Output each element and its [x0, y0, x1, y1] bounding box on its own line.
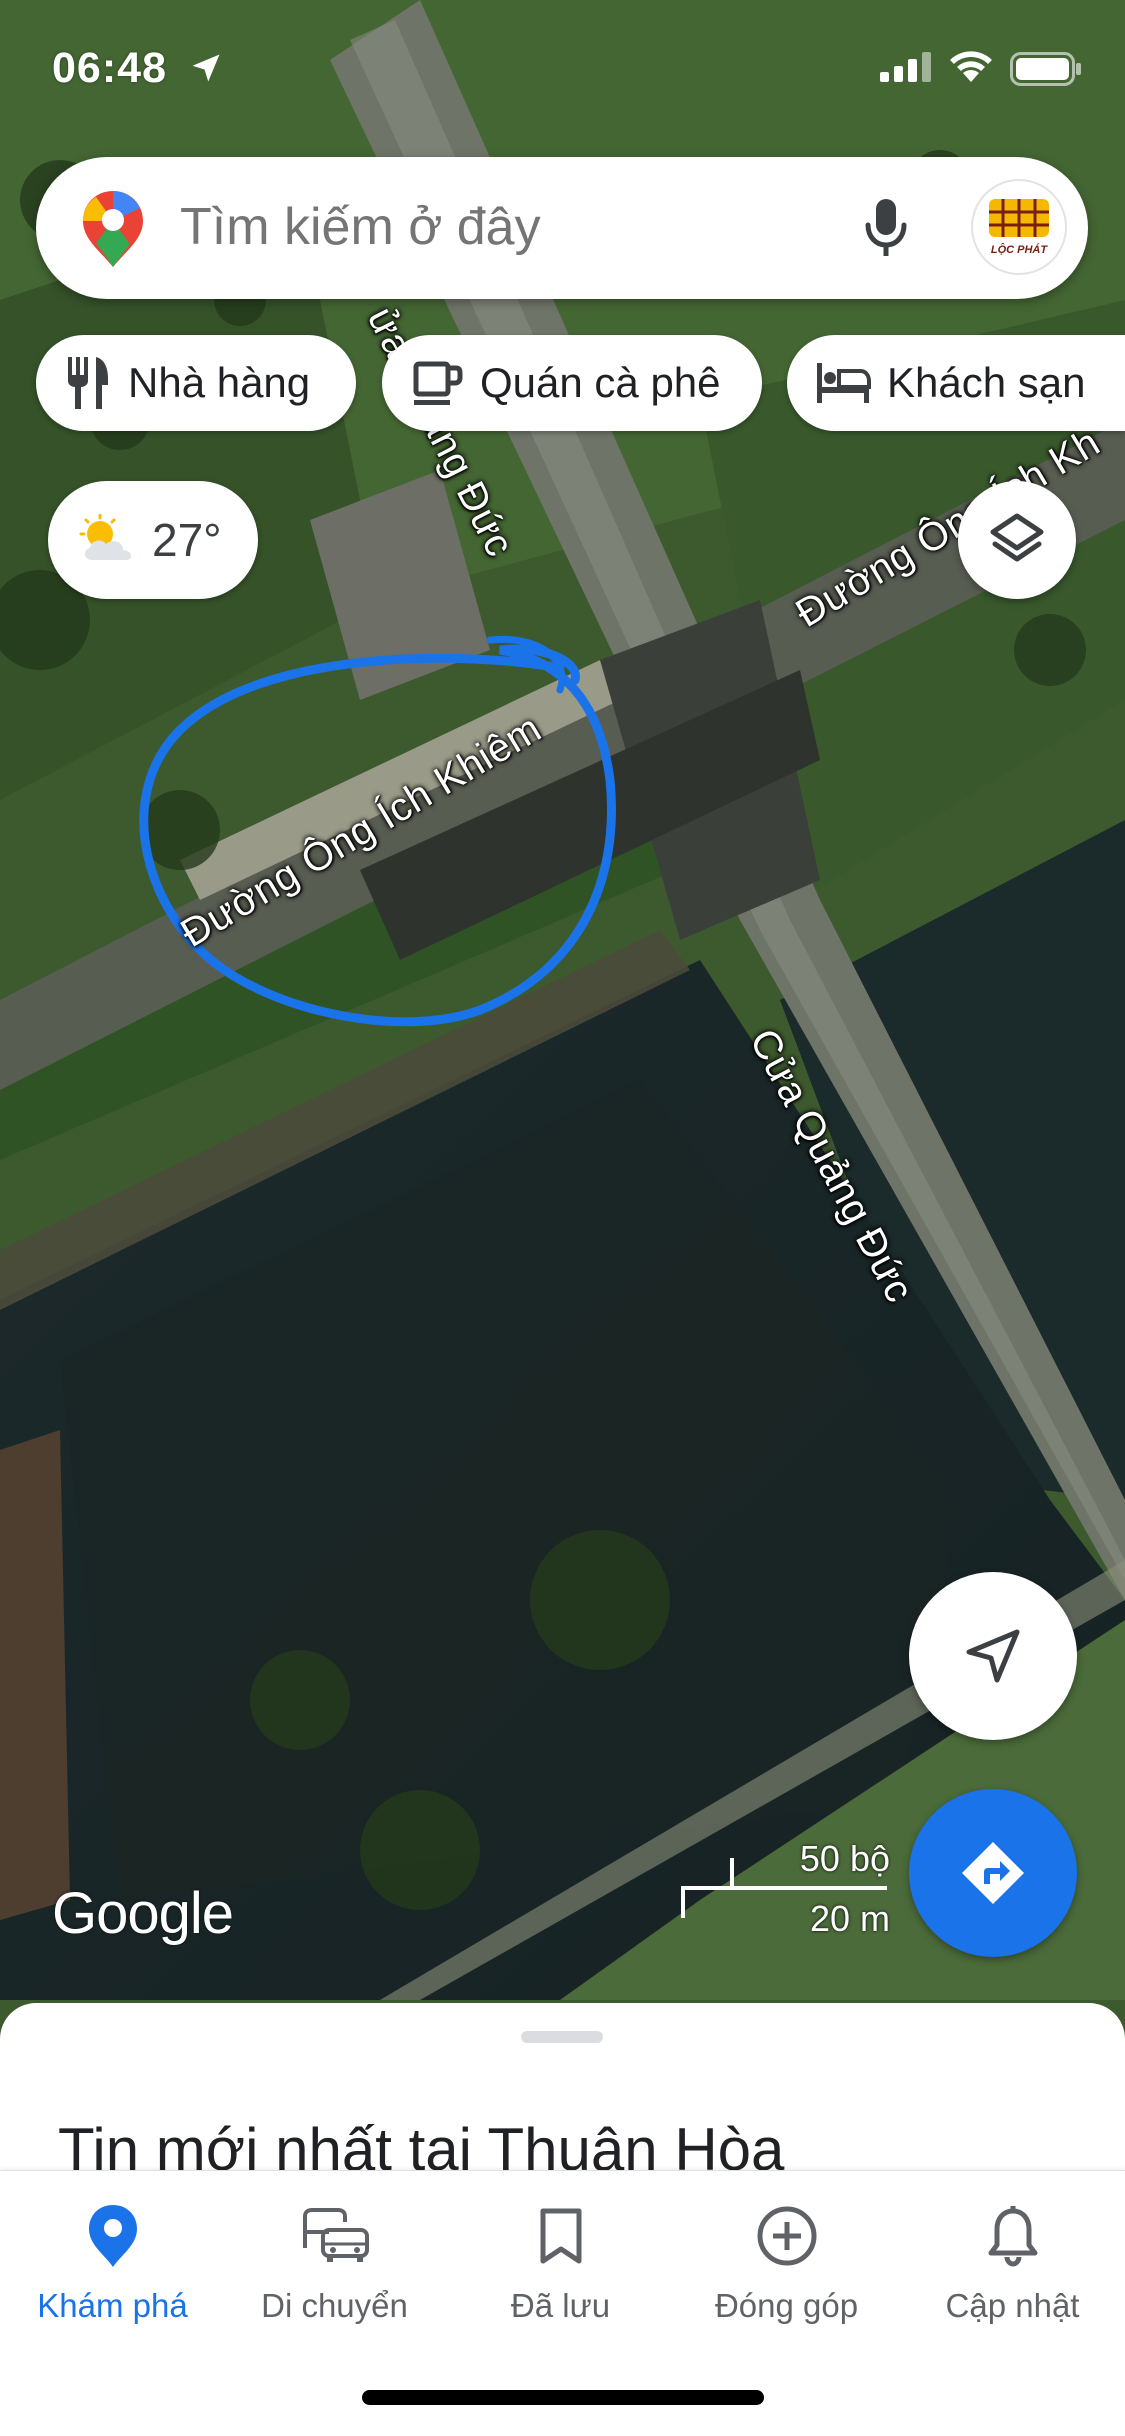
google-logo: Google	[52, 1881, 234, 1946]
sheet-drag-handle[interactable]	[521, 2031, 603, 2043]
home-indicator[interactable]	[362, 2390, 764, 2405]
nav-label-saved: Đã lưu	[510, 2287, 611, 2324]
nav-label-commute: Di chuyển	[261, 2287, 408, 2324]
directions-button[interactable]	[909, 1789, 1077, 1957]
microphone-icon[interactable]	[846, 187, 926, 267]
chip-restaurant[interactable]: Nhà hàng	[36, 335, 356, 431]
my-location-button[interactable]	[909, 1572, 1077, 1740]
chip-label-cafe: Quán cà phê	[480, 359, 721, 406]
nav-updates[interactable]: Cập nhật	[900, 2201, 1125, 2325]
partly-cloudy-icon	[79, 514, 132, 560]
nav-explore[interactable]: Khám phá	[0, 2201, 225, 2325]
weather-chip[interactable]: 27°	[48, 481, 258, 599]
cellular-signal-icon	[880, 52, 931, 82]
chip-cafe[interactable]: Quán cà phê	[382, 335, 762, 431]
bookmark-icon	[540, 2208, 581, 2264]
avatar-text: LỘC PHÁT	[991, 243, 1049, 256]
coffee-icon	[413, 361, 463, 405]
explore-pin-icon	[88, 2205, 137, 2267]
weather-temperature: 27°	[152, 514, 222, 566]
nav-label-contribute: Đóng góp	[714, 2287, 859, 2324]
wifi-icon	[950, 51, 992, 82]
search-input[interactable]	[180, 197, 780, 257]
loc-phat-logo-icon: LỘC PHÁT	[989, 199, 1049, 256]
layers-icon	[990, 513, 1044, 562]
add-circle-icon	[757, 2206, 816, 2266]
hotel-bed-icon	[817, 363, 871, 403]
navigation-arrow-icon	[966, 1629, 1020, 1683]
scale-feet-label: 50 bộ	[799, 1838, 890, 1879]
nav-contribute[interactable]: Đóng góp	[674, 2201, 899, 2325]
chip-label-hotel: Khách sạn	[887, 359, 1086, 406]
nav-label-explore: Khám phá	[37, 2287, 188, 2324]
chip-label-restaurant: Nhà hàng	[128, 359, 311, 406]
directions-turn-icon	[962, 1842, 1024, 1904]
scale-meters-label: 20 m	[809, 1898, 890, 1939]
nav-label-updates: Cập nhật	[945, 2287, 1080, 2324]
restaurant-icon	[68, 357, 108, 409]
layers-button[interactable]	[958, 481, 1076, 599]
map-scale: 50 bộ 20 m	[680, 1838, 890, 1939]
avatar[interactable]: LỘC PHÁT	[971, 179, 1067, 275]
nav-commute[interactable]: Di chuyển	[222, 2201, 447, 2325]
battery-icon	[1010, 52, 1081, 86]
search-bar[interactable]: LỘC PHÁT	[36, 157, 1088, 299]
nav-saved[interactable]: Đã lưu	[448, 2201, 673, 2325]
status-bar: 06:48	[0, 0, 1125, 140]
bell-icon	[988, 2206, 1037, 2267]
google-maps-pin-logo	[83, 191, 143, 267]
status-time: 06:48	[52, 44, 167, 92]
commute-icon	[302, 2208, 369, 2262]
location-arrow-icon	[192, 54, 220, 82]
chip-hotel[interactable]: Khách sạn	[787, 335, 1125, 431]
